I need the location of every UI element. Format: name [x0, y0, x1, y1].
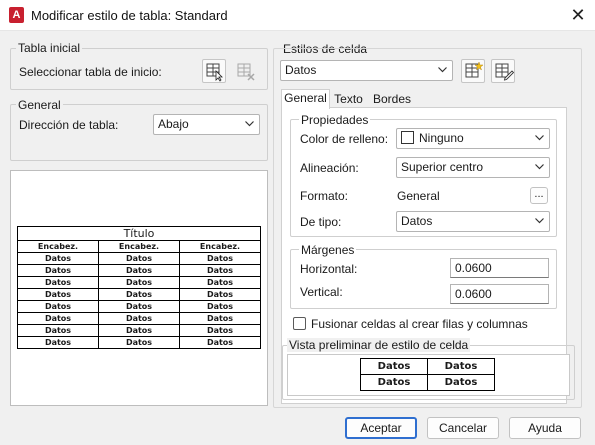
preview-data-cell: Datos [17, 264, 99, 277]
preview-data-cell: Datos [17, 300, 99, 313]
merge-cells-label: Fusionar celdas al crear filas y columna… [311, 317, 528, 331]
window-title: Modificar estilo de tabla: Standard [31, 8, 228, 23]
alignment-select[interactable]: Superior centro [396, 157, 550, 178]
general-group-label: General [16, 98, 63, 112]
horizontal-margin-input[interactable]: 0.0600 [450, 258, 549, 278]
type-select[interactable]: Datos [396, 211, 550, 232]
preview-data-cell: Datos [179, 288, 261, 301]
preview-data-row: Datos Datos Datos [17, 252, 261, 265]
cell-preview-group-label: Vista preliminar de estilo de celda [287, 338, 471, 352]
preview-data-cell: Datos [98, 300, 180, 313]
table-direction-value: Abajo [158, 117, 189, 131]
table-preview-panel: Título Encabez. Encabez. Encabez. Datos D… [10, 170, 268, 406]
margins-group-label: Márgenes [299, 243, 357, 257]
chevron-down-icon [245, 121, 254, 127]
format-value: General [397, 189, 440, 203]
preview-data-cell: Datos [17, 324, 99, 337]
vertical-margin-label: Vertical: [300, 285, 343, 299]
select-start-table-button[interactable] [202, 59, 226, 83]
table-direction-select[interactable]: Abajo [153, 114, 260, 135]
preview-header-cell: Encabez. [179, 240, 261, 253]
close-icon[interactable]: ✕ [568, 5, 588, 25]
preview-data-cell: Datos [179, 336, 261, 349]
accept-button[interactable]: Aceptar [345, 417, 417, 439]
alignment-label: Alineación: [300, 161, 359, 175]
preview-data-cell: Datos [179, 252, 261, 265]
chevron-down-icon [535, 135, 544, 141]
cell-preview-row: Datos Datos [360, 358, 495, 375]
preview-data-cell: Datos [98, 288, 180, 301]
preview-data-row: Datos Datos Datos [17, 300, 261, 313]
select-table-icon [206, 63, 223, 82]
type-value: Datos [401, 214, 433, 228]
table-preview: Título Encabez. Encabez. Encabez. Datos D… [17, 226, 261, 349]
preview-header-cell: Encabez. [98, 240, 180, 253]
fill-color-label: Color de relleno: [300, 132, 389, 146]
table-direction-label: Dirección de tabla: [19, 118, 119, 132]
cell-preview-area: Datos Datos Datos Datos [287, 354, 570, 396]
preview-data-cell: Datos [179, 312, 261, 325]
preview-data-cell: Datos [98, 312, 180, 325]
chevron-down-icon [535, 164, 544, 170]
preview-data-row: Datos Datos Datos [17, 324, 261, 337]
help-button[interactable]: Ayuda [509, 417, 581, 439]
preview-data-cell: Datos [179, 324, 261, 337]
cell-preview-cell: Datos [427, 358, 495, 375]
vertical-margin-input[interactable]: 0.0600 [450, 284, 549, 304]
preview-data-cell: Datos [98, 276, 180, 289]
cell-preview-cell: Datos [360, 358, 428, 375]
preview-data-cell: Datos [98, 252, 180, 265]
preview-data-cell: Datos [98, 336, 180, 349]
preview-data-cell: Datos [179, 300, 261, 313]
fill-color-value: Ninguno [419, 131, 464, 145]
cell-style-preview-table: Datos Datos Datos Datos [360, 358, 495, 391]
alignment-value: Superior centro [401, 160, 484, 174]
type-label: De tipo: [300, 215, 342, 229]
cell-preview-cell: Datos [427, 374, 495, 391]
preview-data-cell: Datos [17, 276, 99, 289]
cell-preview-row: Datos Datos [360, 374, 495, 391]
format-options-button[interactable]: ... [530, 187, 548, 204]
tab-general[interactable]: General [281, 89, 330, 109]
preview-data-row: Datos Datos Datos [17, 276, 261, 289]
remove-start-table-button[interactable] [233, 59, 257, 83]
preview-data-cell: Datos [17, 252, 99, 265]
preview-data-row: Datos Datos Datos [17, 264, 261, 277]
app-icon: A [9, 7, 24, 23]
tab-bordes[interactable]: Bordes [370, 91, 414, 109]
fill-color-select[interactable]: Ninguno [396, 128, 550, 149]
preview-data-cell: Datos [179, 264, 261, 277]
preview-header-cell: Encabez. [17, 240, 99, 253]
horizontal-margin-label: Horizontal: [300, 262, 358, 276]
preview-data-row: Datos Datos Datos [17, 288, 261, 301]
preview-data-cell: Datos [179, 276, 261, 289]
merge-cells-checkbox[interactable] [293, 317, 306, 330]
cancel-button[interactable]: Cancelar [427, 417, 499, 439]
preview-data-cell: Datos [17, 288, 99, 301]
properties-group-label: Propiedades [299, 113, 371, 127]
remove-table-icon [237, 63, 255, 81]
select-start-table-label: Seleccionar tabla de inicio: [19, 65, 162, 79]
preview-data-cell: Datos [17, 312, 99, 325]
color-swatch [401, 131, 414, 144]
tab-texto[interactable]: Texto [331, 91, 366, 109]
chevron-down-icon [535, 218, 544, 224]
cell-preview-cell: Datos [360, 374, 428, 391]
preview-data-cell: Datos [17, 336, 99, 349]
preview-data-cell: Datos [98, 324, 180, 337]
tabla-inicial-label: Tabla inicial [16, 41, 83, 55]
preview-data-row: Datos Datos Datos [17, 312, 261, 325]
preview-title-cell: Título [17, 226, 261, 241]
preview-data-row: Datos Datos Datos [17, 336, 261, 349]
preview-header-row: Encabez. Encabez. Encabez. [17, 240, 261, 253]
format-label: Formato: [300, 189, 349, 203]
preview-data-cell: Datos [98, 264, 180, 277]
